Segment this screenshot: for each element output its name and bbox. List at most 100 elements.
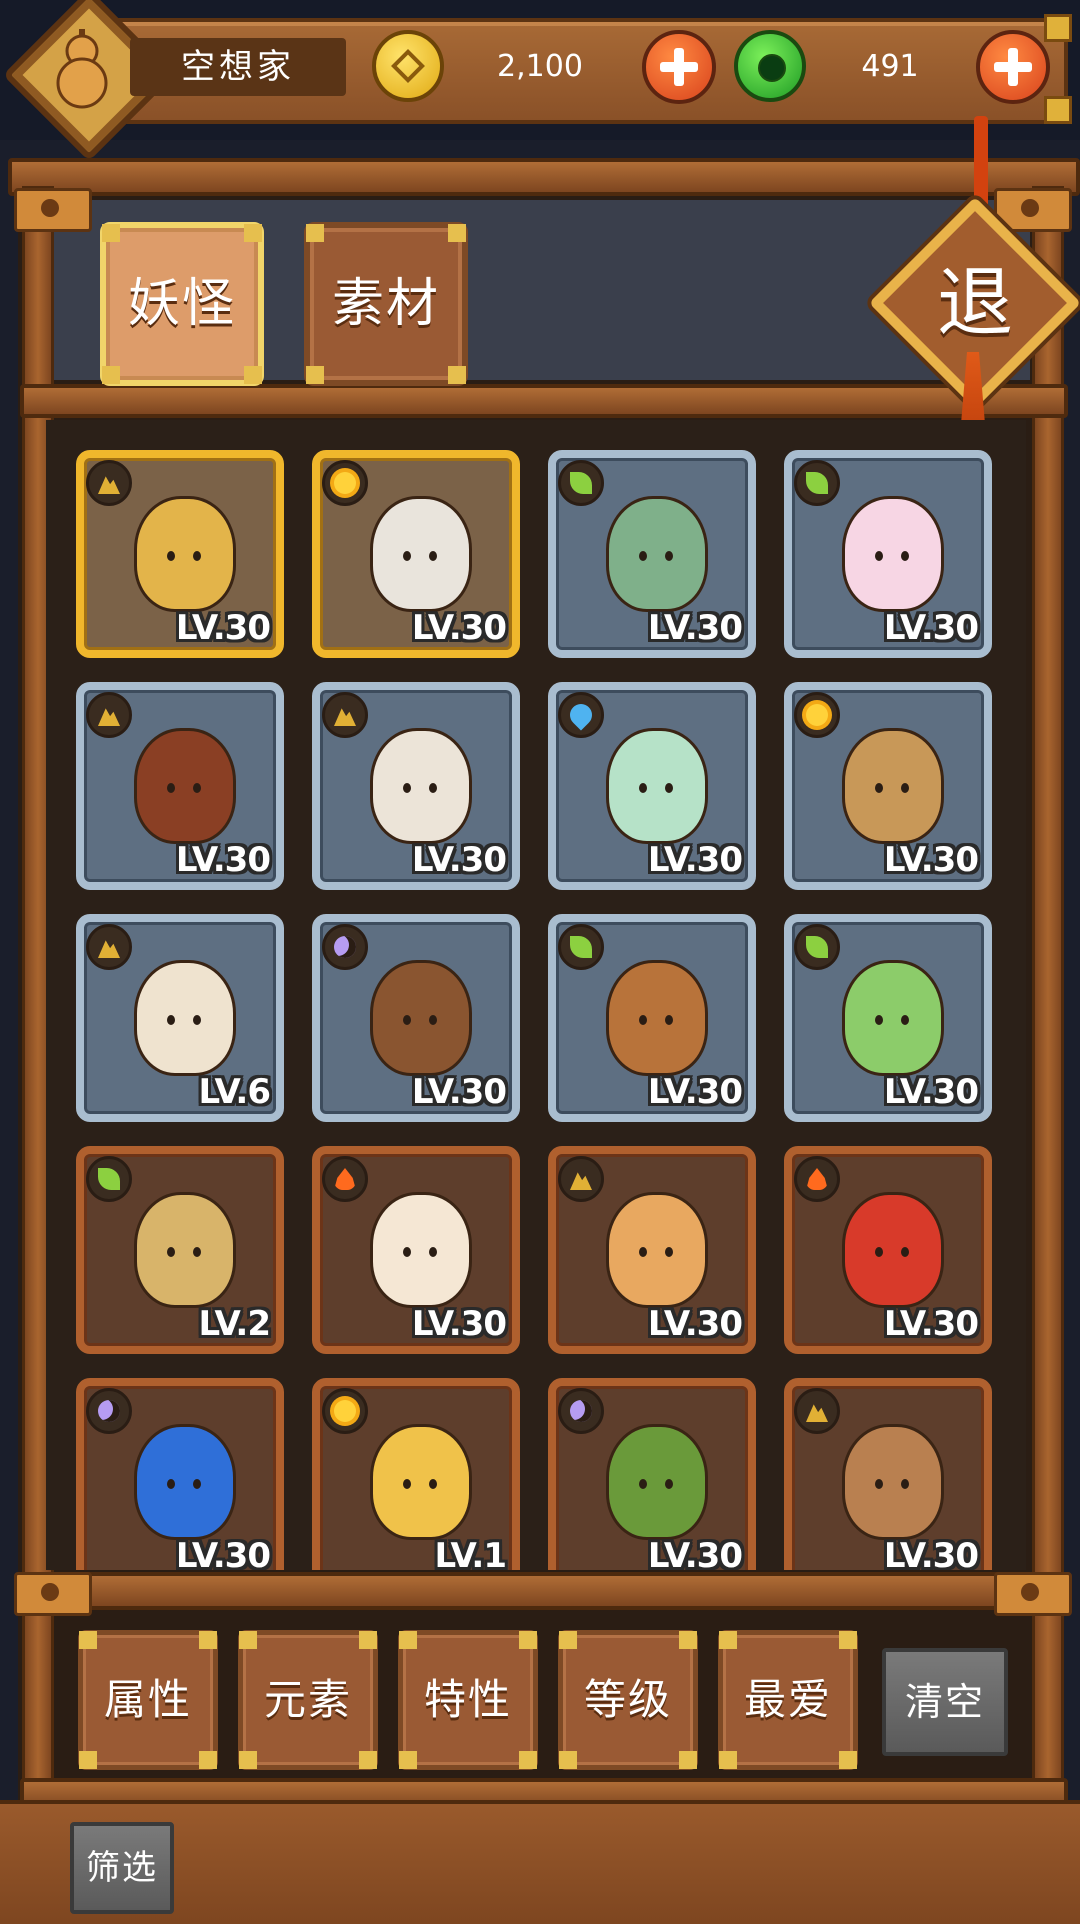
corner-ornament <box>102 366 120 384</box>
tofu-roll-icon <box>606 1192 708 1308</box>
monster-level: LV.1 <box>434 1536 507 1570</box>
treasure-chest-icon <box>370 960 472 1076</box>
water-element-icon <box>558 692 604 738</box>
corner-ornament <box>199 1631 217 1649</box>
leaf-element-icon <box>794 924 840 970</box>
monster-level: LV.2 <box>198 1304 271 1344</box>
clear-filters-button[interactable]: 清空 <box>882 1648 1008 1756</box>
monster-card[interactable]: LV.30 <box>548 682 756 890</box>
clay-bell-icon <box>134 728 236 844</box>
corner-ornament <box>199 1751 217 1769</box>
monster-card[interactable]: LV.30 <box>548 914 756 1122</box>
corner-ornament <box>359 1751 377 1769</box>
filter-label: 特性 <box>423 1675 512 1724</box>
corner-ornament <box>448 366 466 384</box>
corner-ornament <box>306 366 324 384</box>
monster-card[interactable]: LV.1 <box>312 1378 520 1570</box>
jade-count: 491 <box>861 49 919 84</box>
monster-card[interactable]: LV.30 <box>784 1378 992 1570</box>
filter-attribute-button[interactable]: 属性 <box>78 1630 218 1770</box>
monster-level: LV.30 <box>883 840 979 880</box>
blue-cake-icon <box>134 1424 236 1540</box>
tiger-boy-icon <box>370 1424 472 1540</box>
monster-card[interactable]: LV.30 <box>312 682 520 890</box>
earth-element-icon <box>322 692 368 738</box>
monster-card[interactable]: LV.30 <box>312 450 520 658</box>
monster-level: LV.30 <box>883 1536 979 1570</box>
leaf-eyeball-icon <box>606 1424 708 1540</box>
monster-level: LV.30 <box>175 840 271 880</box>
monster-level: LV.30 <box>883 1304 979 1344</box>
filter-label: 元素 <box>263 1675 352 1724</box>
earth-element-icon <box>86 924 132 970</box>
monster-level: LV.6 <box>198 1072 271 1112</box>
corner-ornament <box>559 1751 577 1769</box>
monster-level: LV.30 <box>647 1072 743 1112</box>
monkey-ball-icon <box>842 1424 944 1540</box>
monster-card[interactable]: LV.30 <box>548 1146 756 1354</box>
monster-card[interactable]: LV.6 <box>76 914 284 1122</box>
monster-level: LV.30 <box>411 608 507 648</box>
fire-element-icon <box>794 1156 840 1202</box>
filter-favorite-button[interactable]: 最爱 <box>718 1630 858 1770</box>
hourglass-icon <box>134 1192 236 1308</box>
corner-ornament <box>719 1751 737 1769</box>
corner-ornament <box>306 224 324 242</box>
monster-card[interactable]: LV.30 <box>548 1378 756 1570</box>
monster-card[interactable]: LV.2 <box>76 1146 284 1354</box>
corner-ornament <box>239 1631 257 1649</box>
monster-level: LV.30 <box>883 608 979 648</box>
monster-card[interactable]: LV.30 <box>784 1146 992 1354</box>
monster-level: LV.30 <box>411 840 507 880</box>
frame-bracket <box>994 1572 1072 1616</box>
monster-level: LV.30 <box>411 1072 507 1112</box>
filter-element-button[interactable]: 元素 <box>238 1630 378 1770</box>
corner-ornament <box>519 1631 537 1649</box>
monster-card[interactable]: LV.30 <box>76 450 284 658</box>
tab-monsters[interactable]: 妖怪 <box>100 222 264 386</box>
leaf-element-icon <box>558 924 604 970</box>
monster-card[interactable]: LV.30 <box>784 450 992 658</box>
monster-card[interactable]: LV.30 <box>76 682 284 890</box>
moon-element-icon <box>322 924 368 970</box>
corner-ornament <box>79 1631 97 1649</box>
corner-ornament <box>519 1751 537 1769</box>
monster-level: LV.30 <box>883 1072 979 1112</box>
corner-ornament <box>839 1751 857 1769</box>
exit-label[interactable]: 退 <box>900 248 1050 358</box>
monkey-charm-icon <box>134 496 236 612</box>
monster-card[interactable]: LV.30 <box>548 450 756 658</box>
corner-ornament <box>839 1631 857 1649</box>
monster-card[interactable]: LV.30 <box>76 1378 284 1570</box>
leaf-element-icon <box>558 460 604 506</box>
tab-materials[interactable]: 素材 <box>304 222 468 386</box>
corner-ornament <box>102 224 120 242</box>
corner-ornament <box>244 366 262 384</box>
sun-element-icon <box>794 692 840 738</box>
sun-element-icon <box>322 460 368 506</box>
monster-card[interactable]: LV.30 <box>784 914 992 1122</box>
moon-element-icon <box>558 1388 604 1434</box>
earth-element-icon <box>86 692 132 738</box>
corner-ornament <box>719 1631 737 1649</box>
add-coins-button[interactable] <box>642 30 716 104</box>
monster-card[interactable]: LV.30 <box>312 914 520 1122</box>
frame-bracket <box>994 188 1072 232</box>
jade-sword-icon <box>606 728 708 844</box>
filter-trait-button[interactable]: 特性 <box>398 1630 538 1770</box>
corner-ornament <box>448 224 466 242</box>
corner-ornament <box>559 1631 577 1649</box>
tab-shelf-beam <box>20 384 1068 418</box>
add-jade-button[interactable] <box>976 30 1050 104</box>
monster-card[interactable]: LV.30 <box>312 1146 520 1354</box>
filter-level-button[interactable]: 等级 <box>558 1630 698 1770</box>
tab-monsters-label: 妖怪 <box>127 274 236 334</box>
jade-coin-icon <box>734 30 806 102</box>
corner-ornament <box>399 1631 417 1649</box>
coin-count: 2,100 <box>497 49 583 84</box>
gourd-avatar-icon <box>56 29 108 109</box>
monster-card[interactable]: LV.30 <box>784 682 992 890</box>
filter-toggle-button[interactable]: 筛选 <box>70 1822 174 1914</box>
monster-level: LV.30 <box>647 608 743 648</box>
flower-sprite-icon <box>842 496 944 612</box>
